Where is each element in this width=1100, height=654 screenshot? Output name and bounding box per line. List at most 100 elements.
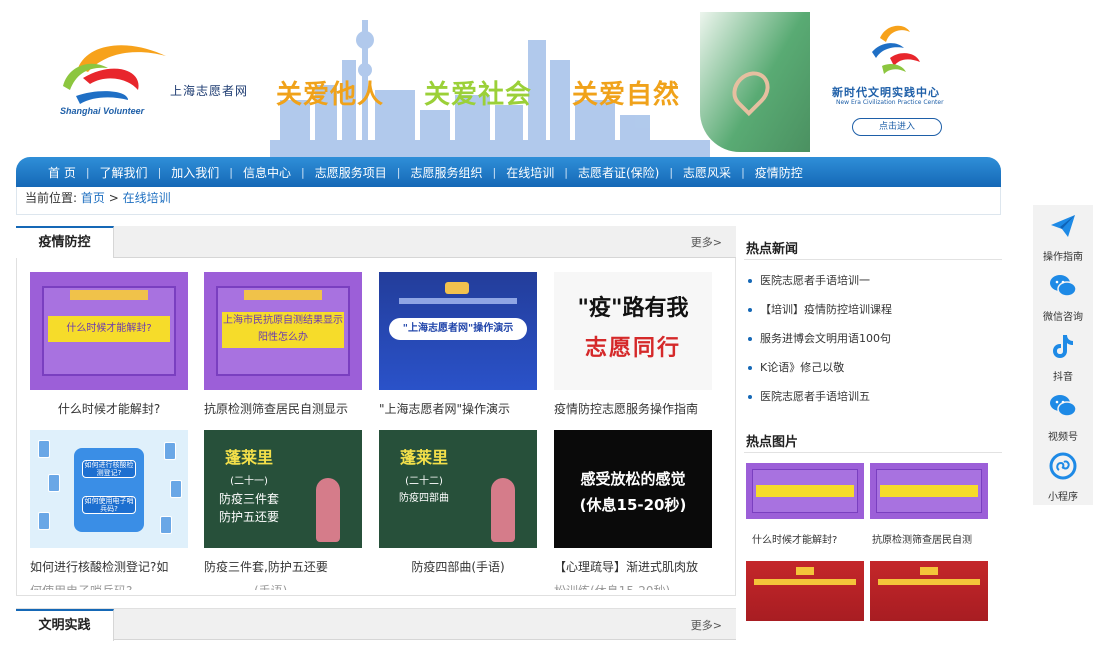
- nav-about[interactable]: 了解我们: [90, 164, 158, 181]
- hot-pic[interactable]: [746, 463, 864, 519]
- thumb-title: 蓬莱里: [224, 448, 273, 467]
- video-card[interactable]: 感受放松的感觉(休息15-20秒) 【心理疏导】渐进式肌肉放 松训练(休息15-…: [554, 430, 712, 590]
- video-card[interactable]: 什么时候才能解封? 什么时候才能解封?: [30, 272, 188, 415]
- card-caption-line2[interactable]: (手语): [204, 582, 362, 590]
- site-name: 上海志愿者网: [170, 84, 249, 98]
- card-caption[interactable]: 【心理疏导】渐进式肌肉放: [554, 558, 712, 573]
- video-thumbnail[interactable]: 感受放松的感觉 (休息15-20秒): [554, 430, 712, 548]
- float-wechat[interactable]: 微信咨询: [1033, 265, 1093, 325]
- video-card[interactable]: 蓬莱里 (二十一) 防疫三件套防护五还要 防疫三件套,防护五还要 (手语): [204, 430, 362, 590]
- news-item[interactable]: K论语》修己以敬: [744, 357, 1002, 386]
- slogan-care-nature: 关爱自然: [572, 80, 681, 110]
- nav-volunteer-style[interactable]: 志愿风采: [673, 164, 741, 181]
- civilization-section-header: 文明实践 更多>: [16, 608, 736, 641]
- nav-online-training[interactable]: 在线培训: [496, 164, 564, 181]
- slogan-care-others: 关爱他人: [276, 80, 385, 110]
- thumb-title: 感受放松的感觉 (休息15-20秒): [579, 470, 687, 514]
- news-item[interactable]: 【培训】疫情防控培训课程: [744, 299, 1002, 328]
- wechat-icon: [1050, 275, 1077, 297]
- video-card[interactable]: 蓬莱里 (二十二) 防疫四部曲 防疫四部曲(手语): [379, 430, 537, 573]
- float-mini-program[interactable]: 小程序: [1033, 445, 1093, 505]
- center-name-en: New Era Civilization Practice Center: [836, 99, 944, 106]
- more-link[interactable]: 更多>: [691, 617, 722, 633]
- hot-pic-caption[interactable]: 什么时候才能解封?: [752, 531, 870, 546]
- nav-epidemic-control[interactable]: 疫情防控: [745, 164, 813, 181]
- thumb-episode: (二十二): [405, 476, 443, 487]
- float-label: 微信咨询: [1043, 312, 1083, 323]
- video-thumbnail[interactable]: "疫"路有我 志愿同行: [554, 272, 712, 390]
- card-caption[interactable]: 抗原检测筛查居民自测显示: [204, 400, 362, 415]
- center-name-cn: 新时代文明实践中心: [832, 86, 940, 99]
- thumb-title: 什么时候才能解封?: [48, 316, 170, 342]
- video-card[interactable]: "上海志愿者网"操作演示 "上海志愿者网"操作演示: [379, 272, 537, 415]
- section-tab-epidemic[interactable]: 疫情防控: [16, 226, 114, 258]
- more-link[interactable]: 更多>: [691, 234, 722, 250]
- card-caption-line2[interactable]: 何使用电子哨兵码?: [30, 582, 188, 590]
- video-card[interactable]: "疫"路有我 志愿同行 疫情防控志愿服务操作指南: [554, 272, 712, 415]
- breadcrumb-label: 当前位置:: [25, 191, 78, 205]
- thumb-subtitle: 防疫三件套 防护五还要: [218, 492, 279, 524]
- nav-info-center[interactable]: 信息中心: [233, 164, 301, 181]
- nav-home[interactable]: 首 页: [38, 164, 86, 181]
- thumb-subtitle: 防疫四部曲: [399, 493, 449, 504]
- float-label: 抖音: [1053, 372, 1073, 383]
- thumb-line-2: 如何使用电子哨兵码?: [82, 496, 136, 514]
- card-caption[interactable]: 防疫四部曲(手语): [379, 558, 537, 573]
- float-label: 视频号: [1048, 432, 1078, 443]
- video-thumbnail[interactable]: 上海市民抗原自测结果显示阳性怎么办: [204, 272, 362, 390]
- section-tab-civilization[interactable]: 文明实践: [16, 609, 114, 641]
- hot-pic[interactable]: [870, 463, 988, 519]
- thumb-title: "上海志愿者网"操作演示: [389, 318, 527, 340]
- thumb-title: "疫"路有我: [577, 296, 689, 321]
- douyin-icon: [1053, 335, 1073, 358]
- header-banner: Shanghai Volunteer 上海志愿者网 关爱他人 关爱社会 关爱自然: [0, 0, 1100, 160]
- video-thumbnail[interactable]: 如何进行核酸检测登记? 如何使用电子哨兵码?: [30, 430, 188, 548]
- card-caption[interactable]: "上海志愿者网"操作演示: [379, 400, 537, 415]
- thumb-title: 蓬莱里: [399, 448, 448, 467]
- float-guide[interactable]: 操作指南: [1033, 205, 1093, 265]
- video-thumbnail[interactable]: 蓬莱里 (二十二) 防疫四部曲: [379, 430, 537, 548]
- card-caption[interactable]: 如何进行核酸检测登记?如: [30, 558, 188, 573]
- hot-pics-grid: 什么时候才能解封? 抗原检测筛查居民自测: [744, 453, 1002, 653]
- civilization-center-logo[interactable]: [860, 18, 930, 78]
- video-card[interactable]: 如何进行核酸检测登记? 如何使用电子哨兵码? 如何进行核酸检测登记?如 何使用电…: [30, 430, 188, 590]
- float-douyin[interactable]: 抖音: [1033, 325, 1093, 385]
- thumb-title: 上海市民抗原自测结果显示阳性怎么办: [222, 312, 344, 348]
- nav-service-projects[interactable]: 志愿服务项目: [305, 164, 397, 181]
- video-thumbnail[interactable]: 什么时候才能解封?: [30, 272, 188, 390]
- nav-volunteer-card[interactable]: 志愿者证(保险): [568, 164, 669, 181]
- breadcrumb-current-link[interactable]: 在线培训: [123, 191, 171, 205]
- float-label: 小程序: [1048, 492, 1078, 503]
- hot-pic[interactable]: [746, 561, 864, 621]
- hot-news-title: 热点新闻: [744, 226, 1002, 260]
- news-item[interactable]: 服务进博会文明用语100句: [744, 328, 1002, 357]
- nav-service-orgs[interactable]: 志愿服务组织: [400, 164, 492, 181]
- card-caption[interactable]: 疫情防控志愿服务操作指南: [554, 400, 712, 415]
- hot-pics-title: 热点图片: [744, 419, 1002, 453]
- breadcrumb: 当前位置: 首页 > 在线培训: [16, 187, 1001, 215]
- thumb-logo: [445, 282, 469, 294]
- video-card[interactable]: 上海市民抗原自测结果显示阳性怎么办 抗原检测筛查居民自测显示: [204, 272, 362, 415]
- news-item[interactable]: 医院志愿者手语培训一: [744, 270, 1002, 299]
- breadcrumb-home-link[interactable]: 首页: [81, 191, 105, 205]
- main-nav: 首 页 | 了解我们 | 加入我们 | 信息中心 | 志愿服务项目 | 志愿服务组织 | 在…: [16, 157, 1001, 187]
- video-thumbnail[interactable]: "上海志愿者网"操作演示: [379, 272, 537, 390]
- hot-pic-caption[interactable]: 抗原检测筛查居民自测: [872, 531, 990, 546]
- logo-subtitle: Shanghai Volunteer: [60, 106, 145, 116]
- signer-figure: [316, 478, 340, 542]
- epidemic-section-header: 疫情防控 更多>: [16, 226, 736, 258]
- nav-join[interactable]: 加入我们: [161, 164, 229, 181]
- paper-plane-icon: [1051, 215, 1075, 237]
- slogan-care-society: 关爱社会: [424, 80, 533, 110]
- thumb-subtitle: 志愿同行: [584, 336, 681, 361]
- float-video-channel[interactable]: 视频号: [1033, 385, 1093, 445]
- card-caption[interactable]: 什么时候才能解封?: [30, 400, 188, 415]
- breadcrumb-separator: >: [108, 191, 119, 205]
- video-channel-icon: [1050, 395, 1077, 417]
- card-caption[interactable]: 防疫三件套,防护五还要: [204, 558, 362, 573]
- hot-pic[interactable]: [870, 561, 988, 621]
- video-thumbnail[interactable]: 蓬莱里 (二十一) 防疫三件套 防护五还要: [204, 430, 362, 548]
- enter-button[interactable]: 点击进入: [852, 118, 942, 136]
- news-item[interactable]: 医院志愿者手语培训五: [744, 386, 1002, 415]
- card-caption-line2[interactable]: 松训练(休息15-20秒): [554, 582, 712, 590]
